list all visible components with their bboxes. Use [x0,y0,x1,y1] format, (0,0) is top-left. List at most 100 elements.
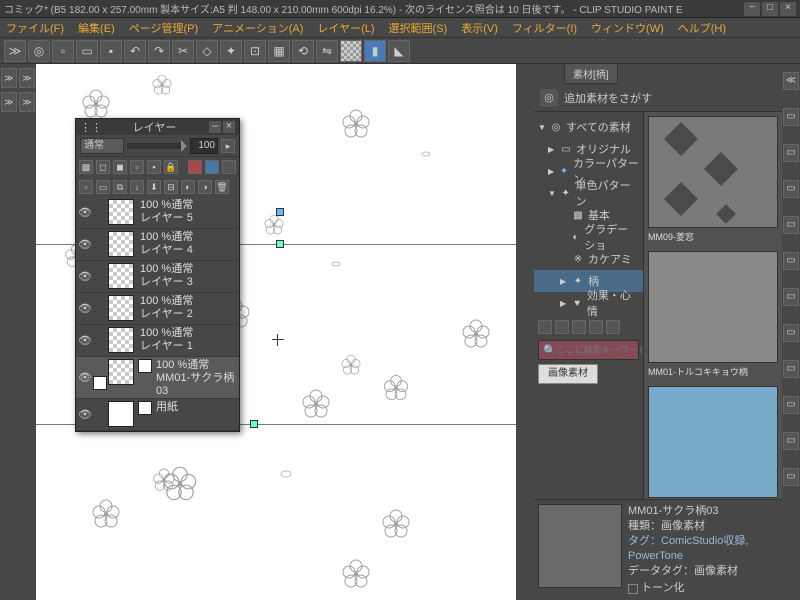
dock-panel-icon[interactable]: ▭ [783,108,799,126]
dock-panel-icon[interactable]: ▭ [783,252,799,270]
menu-layer[interactable]: レイヤー(L) [317,20,374,36]
dock-collapse-icon[interactable]: ≪ [783,72,799,90]
combine-icon[interactable]: ⊟ [164,180,178,194]
menu-view[interactable]: 表示(V) [461,20,498,36]
blend-mode-dropdown[interactable]: 通常 [80,138,124,154]
tab-materials[interactable]: 素材[柄] [564,63,618,84]
dock-expand-icon[interactable]: ≫ [1,68,17,88]
new-layer-icon[interactable]: ▫ [79,180,93,194]
transfer-icon[interactable]: ↓ [130,180,144,194]
dock-panel-icon[interactable]: ▭ [783,144,799,162]
layer-item[interactable]: 👁用紙 [76,399,239,431]
visibility-icon[interactable]: 👁 [76,325,94,356]
color-label-icon[interactable] [188,160,202,174]
color-label-icon[interactable] [205,160,219,174]
new-icon[interactable]: ▫ [52,40,74,62]
dock-panel-icon[interactable]: ▭ [783,180,799,198]
ruler-icon[interactable]: ▮ [364,40,386,62]
visibility-icon[interactable]: 👁 [76,197,94,228]
opacity-slider[interactable] [127,143,187,149]
minimize-button[interactable]: − [744,2,760,16]
visibility-icon[interactable]: 👁 [76,261,94,292]
tree-all[interactable]: ▼◎すべての素材 [534,116,643,138]
color-label-icon[interactable] [222,160,236,174]
material-thumb[interactable]: MM01-トルコキキョウ柄 [648,251,778,380]
dock-expand-icon[interactable]: ≫ [19,68,35,88]
actual-icon[interactable]: ▦ [268,40,290,62]
tone-checkbox[interactable] [628,584,638,594]
lock-all-icon[interactable]: 🔒 [164,160,178,174]
visibility-icon[interactable]: 👁 [76,399,94,430]
checker-icon[interactable]: ▩ [79,160,93,174]
menu-edit[interactable]: 編集(E) [78,20,115,36]
undo-icon[interactable]: ↶ [124,40,146,62]
close-button[interactable]: × [780,2,796,16]
tree-tool-icon[interactable] [555,320,569,334]
search-materials-label[interactable]: 追加素材をさがす [564,90,652,106]
transform-handle[interactable] [276,240,284,248]
clip-icon[interactable]: ▫ [130,160,144,174]
dock-panel-icon[interactable]: ▭ [783,288,799,306]
layer-item[interactable]: 👁100 %通常レイヤー 3 [76,261,239,293]
fit-icon[interactable]: ⊡ [244,40,266,62]
material-thumb[interactable] [648,386,778,498]
image-material-button[interactable]: 画像素材 [538,364,598,384]
transform-handle[interactable] [276,208,284,216]
dock-panel-icon[interactable]: ▭ [783,468,799,486]
menu-select[interactable]: 選択範囲(S) [389,20,448,36]
tree-effect[interactable]: ▶♥効果・心情 [534,292,643,314]
search-input[interactable] [557,345,644,355]
dock-panel-icon[interactable]: ▭ [783,324,799,342]
tree-tool-icon[interactable] [538,320,552,334]
dock-panel-icon[interactable]: ▭ [783,432,799,450]
layer-item-selected[interactable]: 👁100 %通常MM01-サクラ柄03 [76,357,239,399]
menu-animation[interactable]: アニメーション(A) [212,20,303,36]
tree-gradation[interactable]: ◐グラデーショ [534,226,643,248]
flip-icon[interactable]: ⇋ [316,40,338,62]
stepper-icon[interactable]: ▸ [221,139,235,153]
dock-panel-icon[interactable]: ▭ [783,396,799,414]
dock-expand-icon[interactable]: ≫ [19,92,35,112]
redo-icon[interactable]: ↷ [148,40,170,62]
clip-studio-icon[interactable]: ◎ [540,89,558,107]
visibility-icon[interactable]: 👁 [76,229,94,260]
tree-tool-icon[interactable] [589,320,603,334]
layer-item[interactable]: 👁100 %通常レイヤー 1 [76,325,239,357]
save-icon[interactable]: ▪ [100,40,122,62]
dock-panel-icon[interactable]: ▭ [783,216,799,234]
tree-tool-icon[interactable] [606,320,620,334]
tree-tool-icon[interactable] [572,320,586,334]
menu-file[interactable]: ファイル(F) [6,20,64,36]
clip-studio-icon[interactable]: ◎ [28,40,50,62]
snap-icon[interactable]: ◣ [388,40,410,62]
zoom-icon[interactable]: ✦ [220,40,242,62]
menu-filter[interactable]: フィルター(I) [512,20,577,36]
mask-icon[interactable]: ◼ [113,160,127,174]
mask-create-icon[interactable]: ◐ [181,180,195,194]
clear-icon[interactable]: ◇ [196,40,218,62]
layer-item[interactable]: 👁100 %通常レイヤー 4 [76,229,239,261]
menu-window[interactable]: ウィンドウ(W) [591,20,664,36]
lock-icon[interactable]: ◻ [96,160,110,174]
merge-icon[interactable]: ⬇ [147,180,161,194]
dock-panel-icon[interactable]: ▭ [783,360,799,378]
mask-thumb[interactable] [138,359,152,373]
dock-expand-icon[interactable]: ≫ [1,92,17,112]
delete-icon[interactable]: 🗑 [215,180,229,194]
open-icon[interactable]: ▭ [76,40,98,62]
tool-arrow-icon[interactable]: ≫ [4,40,26,62]
visibility-icon[interactable]: 👁 [76,357,94,398]
keyword-search[interactable]: 🔍 [538,340,639,360]
transform-handle[interactable] [250,420,258,428]
maximize-button[interactable]: □ [762,2,778,16]
layer-item[interactable]: 👁100 %通常レイヤー 5 [76,197,239,229]
material-thumb[interactable]: MM09-菱窓 [648,116,778,245]
ref-icon[interactable]: ▪ [147,160,161,174]
grid-icon[interactable] [340,40,362,62]
new-folder-icon[interactable]: ▭ [96,180,110,194]
duplicate-icon[interactable]: ⧉ [113,180,127,194]
menu-page[interactable]: ページ管理(P) [129,20,198,36]
apply-mask-icon[interactable]: ◑ [198,180,212,194]
grip-icon[interactable]: ⋮⋮ [80,121,102,134]
close-icon[interactable]: × [223,121,235,133]
